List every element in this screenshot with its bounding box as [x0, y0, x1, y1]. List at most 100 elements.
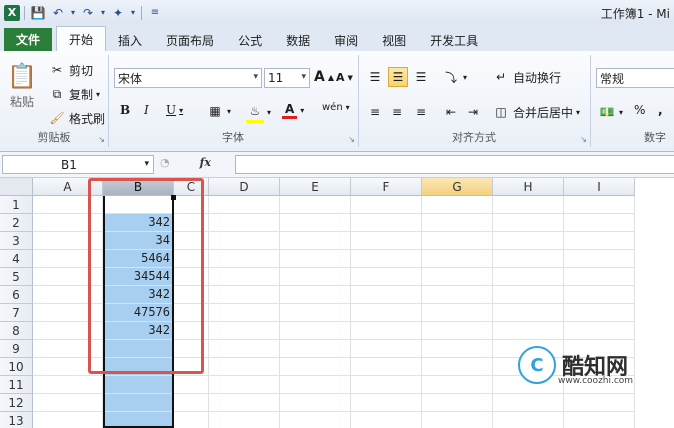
cell-e11[interactable]: [280, 376, 351, 394]
cell-a13[interactable]: [33, 412, 103, 428]
cell-e1[interactable]: [280, 196, 351, 214]
cell-f3[interactable]: [351, 232, 422, 250]
cell-g4[interactable]: [422, 250, 493, 268]
cell-h8[interactable]: [493, 322, 564, 340]
cell-h3[interactable]: [493, 232, 564, 250]
cell-d6[interactable]: [209, 286, 280, 304]
cell-f8[interactable]: [351, 322, 422, 340]
cell-d7[interactable]: [209, 304, 280, 322]
cell-f12[interactable]: [351, 394, 422, 412]
number-format-select[interactable]: 常规: [596, 68, 674, 88]
save-icon[interactable]: 💾: [29, 4, 47, 22]
cell-e5[interactable]: [280, 268, 351, 286]
cell-h12[interactable]: [493, 394, 564, 412]
cell-i5[interactable]: [564, 268, 635, 286]
cell-g7[interactable]: [422, 304, 493, 322]
cell-i12[interactable]: [564, 394, 635, 412]
row-header[interactable]: 4: [0, 250, 33, 268]
cell-e3[interactable]: [280, 232, 351, 250]
cell-c13[interactable]: [174, 412, 209, 428]
cell-a12[interactable]: [33, 394, 103, 412]
cell-f1[interactable]: [351, 196, 422, 214]
borders-button[interactable]: ▦ ▾: [206, 102, 231, 120]
tab-data[interactable]: 数据: [274, 29, 322, 51]
row-header[interactable]: 7: [0, 304, 33, 322]
cell-h1[interactable]: [493, 196, 564, 214]
cell-i8[interactable]: [564, 322, 635, 340]
wrap-text-button[interactable]: ↵ 自动换行: [492, 68, 561, 86]
cell-e7[interactable]: [280, 304, 351, 322]
name-box[interactable]: B1 ▾: [2, 155, 154, 174]
redo-dropdown-icon[interactable]: ▾: [99, 4, 107, 22]
cut-button[interactable]: ✂ 剪切: [48, 61, 93, 79]
row-header[interactable]: 13: [0, 412, 33, 428]
tab-file[interactable]: 文件: [4, 28, 53, 51]
dialog-launcher-icon[interactable]: ↘: [98, 135, 105, 144]
expand-icon[interactable]: ◔: [160, 156, 170, 169]
select-all-corner[interactable]: [0, 178, 33, 196]
cell-g12[interactable]: [422, 394, 493, 412]
customize-icon[interactable]: ≡: [146, 4, 164, 22]
cell-g13[interactable]: [422, 412, 493, 428]
row-header[interactable]: 3: [0, 232, 33, 250]
cell-f4[interactable]: [351, 250, 422, 268]
cell-d10[interactable]: [209, 358, 280, 376]
tab-formulas[interactable]: 公式: [226, 29, 274, 51]
cell-i13[interactable]: [564, 412, 635, 428]
tab-insert[interactable]: 插入: [106, 29, 154, 51]
tab-review[interactable]: 审阅: [322, 29, 370, 51]
cell-f2[interactable]: [351, 214, 422, 232]
align-bottom-button[interactable]: ☰: [412, 68, 430, 86]
cell-i4[interactable]: [564, 250, 635, 268]
increase-indent-button[interactable]: ⇥: [464, 103, 482, 121]
cell-e4[interactable]: [280, 250, 351, 268]
font-color-button[interactable]: A ▾: [282, 102, 304, 119]
cell-d3[interactable]: [209, 232, 280, 250]
cell-d4[interactable]: [209, 250, 280, 268]
align-right-button[interactable]: ≡: [412, 103, 430, 121]
cell-f13[interactable]: [351, 412, 422, 428]
undo-dropdown-icon[interactable]: ▾: [69, 4, 77, 22]
align-left-button[interactable]: ≡: [366, 103, 384, 121]
dialog-launcher-icon[interactable]: ↘: [348, 135, 355, 144]
row-header[interactable]: 1: [0, 196, 33, 214]
cell-g6[interactable]: [422, 286, 493, 304]
font-size-select[interactable]: 11 ▾: [264, 68, 310, 88]
cell-f6[interactable]: [351, 286, 422, 304]
shrink-font-button[interactable]: A ▼: [336, 71, 353, 84]
tab-home[interactable]: 开始: [56, 26, 107, 51]
column-header-i[interactable]: I: [564, 178, 635, 196]
cell-g9[interactable]: [422, 340, 493, 358]
copy-dropdown-icon[interactable]: ▾: [96, 90, 100, 99]
cell-e10[interactable]: [280, 358, 351, 376]
formula-input[interactable]: [235, 155, 674, 174]
merge-center-button[interactable]: ◫ 合并后居中 ▾: [492, 103, 580, 121]
row-header[interactable]: 9: [0, 340, 33, 358]
cell-i7[interactable]: [564, 304, 635, 322]
phonetic-button[interactable]: wén ▾: [322, 102, 350, 113]
cell-f9[interactable]: [351, 340, 422, 358]
dialog-launcher-icon[interactable]: ↘: [580, 135, 587, 144]
cell-i2[interactable]: [564, 214, 635, 232]
cell-e13[interactable]: [280, 412, 351, 428]
copy-button[interactable]: ⧉ 复制 ▾: [48, 85, 100, 103]
cell-g10[interactable]: [422, 358, 493, 376]
cell-d13[interactable]: [209, 412, 280, 428]
cell-d11[interactable]: [209, 376, 280, 394]
cell-e2[interactable]: [280, 214, 351, 232]
tab-developer[interactable]: 开发工具: [418, 29, 490, 51]
cell-f11[interactable]: [351, 376, 422, 394]
row-header[interactable]: 2: [0, 214, 33, 232]
tab-view[interactable]: 视图: [370, 29, 418, 51]
row-header[interactable]: 6: [0, 286, 33, 304]
cell-d8[interactable]: [209, 322, 280, 340]
paste-button[interactable]: 📋 粘贴: [7, 61, 37, 110]
cell-h5[interactable]: [493, 268, 564, 286]
align-middle-button[interactable]: ☰: [388, 67, 408, 87]
cell-d9[interactable]: [209, 340, 280, 358]
cell-e9[interactable]: [280, 340, 351, 358]
cell-h6[interactable]: [493, 286, 564, 304]
underline-button[interactable]: U ▾: [166, 103, 183, 117]
cell-e6[interactable]: [280, 286, 351, 304]
cell-d5[interactable]: [209, 268, 280, 286]
